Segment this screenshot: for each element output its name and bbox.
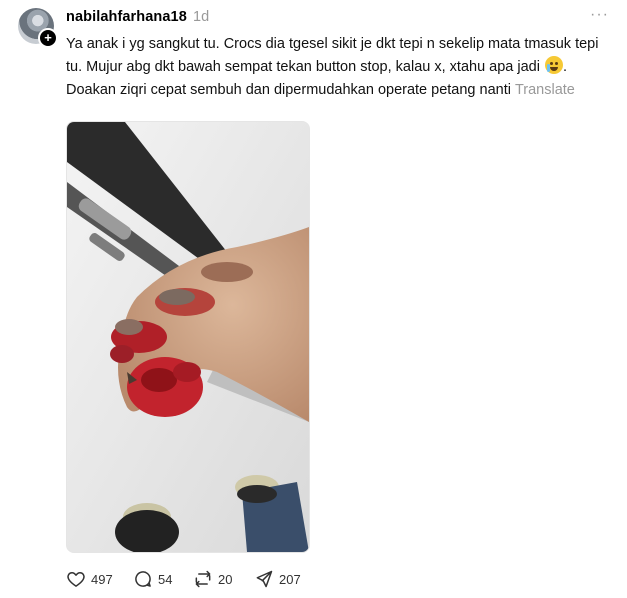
repost-icon bbox=[195, 570, 211, 588]
post-time: 1d bbox=[193, 9, 210, 25]
crying-face-emoji-icon bbox=[545, 56, 563, 74]
translate-link[interactable]: Translate bbox=[515, 82, 575, 98]
post-photo[interactable] bbox=[66, 121, 310, 553]
comment-count: 54 bbox=[158, 571, 173, 587]
like-count: 497 bbox=[91, 571, 113, 587]
photo-illustration bbox=[67, 122, 309, 552]
repost-button[interactable]: 20 bbox=[193, 569, 232, 589]
send-icon bbox=[256, 570, 273, 588]
follow-plus-icon[interactable]: + bbox=[38, 28, 58, 48]
repost-count: 20 bbox=[218, 571, 233, 587]
username[interactable]: nabilahfarhana18 bbox=[66, 9, 187, 25]
avatar-wrap[interactable]: + bbox=[18, 8, 58, 48]
heart-icon bbox=[67, 572, 85, 587]
share-count: 207 bbox=[279, 571, 301, 587]
comment-icon bbox=[135, 571, 151, 587]
more-options-icon[interactable]: ··· bbox=[590, 6, 609, 24]
post-text: Ya anak i yg sangkut tu. Crocs dia tgese… bbox=[66, 33, 601, 102]
like-button[interactable]: 497 bbox=[66, 569, 113, 589]
share-button[interactable]: 207 bbox=[254, 569, 301, 589]
comment-button[interactable]: 54 bbox=[133, 569, 172, 589]
post-text-part1: Ya anak i yg sangkut tu. Crocs dia tgese… bbox=[66, 36, 599, 75]
